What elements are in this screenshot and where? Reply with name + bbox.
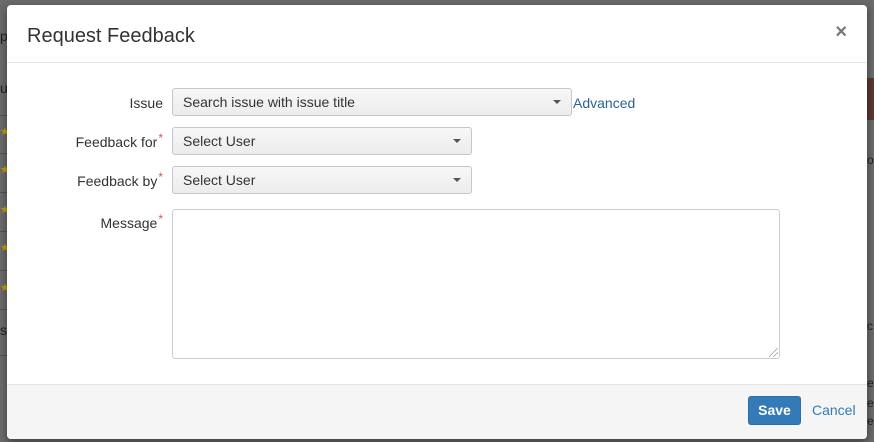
cancel-button[interactable]: Cancel	[812, 402, 856, 418]
feedback-by-placeholder: Select User	[183, 172, 256, 188]
required-marker: *	[158, 212, 163, 226]
chevron-down-icon	[553, 100, 561, 104]
dialog-header: Request Feedback ×	[7, 5, 867, 63]
background-text: e	[867, 376, 874, 390]
background-avatar	[867, 78, 874, 120]
dialog-title: Request Feedback	[27, 25, 195, 47]
background-star-icon: ★	[0, 206, 7, 214]
close-icon[interactable]: ×	[835, 22, 847, 42]
dialog-body: Issue Search issue with issue title Adva…	[7, 63, 867, 383]
dialog-footer: Save Cancel	[7, 384, 867, 439]
request-feedback-dialog: Request Feedback × Issue Search issue wi…	[7, 5, 867, 439]
save-button[interactable]: Save	[748, 396, 801, 425]
background-text: o	[867, 153, 874, 167]
background-star-icon: ★	[0, 244, 7, 252]
chevron-down-icon	[453, 139, 461, 143]
background-star-icon: ★	[0, 128, 7, 136]
feedback-for-placeholder: Select User	[183, 133, 256, 149]
background-text: e	[867, 414, 874, 428]
issue-select[interactable]: Search issue with issue title	[172, 88, 572, 116]
background-text: e	[867, 396, 874, 410]
message-label: Message*	[100, 212, 163, 231]
issue-label: Issue	[129, 95, 163, 111]
feedback-by-label: Feedback by*	[77, 170, 163, 189]
advanced-link[interactable]: Advanced	[573, 95, 635, 111]
feedback-for-label: Feedback for*	[75, 131, 163, 150]
resize-handle-icon[interactable]	[769, 348, 778, 357]
message-textarea[interactable]	[172, 209, 780, 359]
chevron-down-icon	[453, 178, 461, 182]
feedback-for-select[interactable]: Select User	[172, 127, 472, 155]
background-star-icon: ★	[0, 284, 7, 292]
required-marker: *	[158, 131, 163, 145]
background-text: c	[867, 319, 873, 333]
feedback-by-select[interactable]: Select User	[172, 166, 472, 194]
required-marker: *	[158, 170, 163, 184]
background-star-icon: ★	[0, 166, 7, 174]
issue-select-placeholder: Search issue with issue title	[183, 94, 355, 110]
